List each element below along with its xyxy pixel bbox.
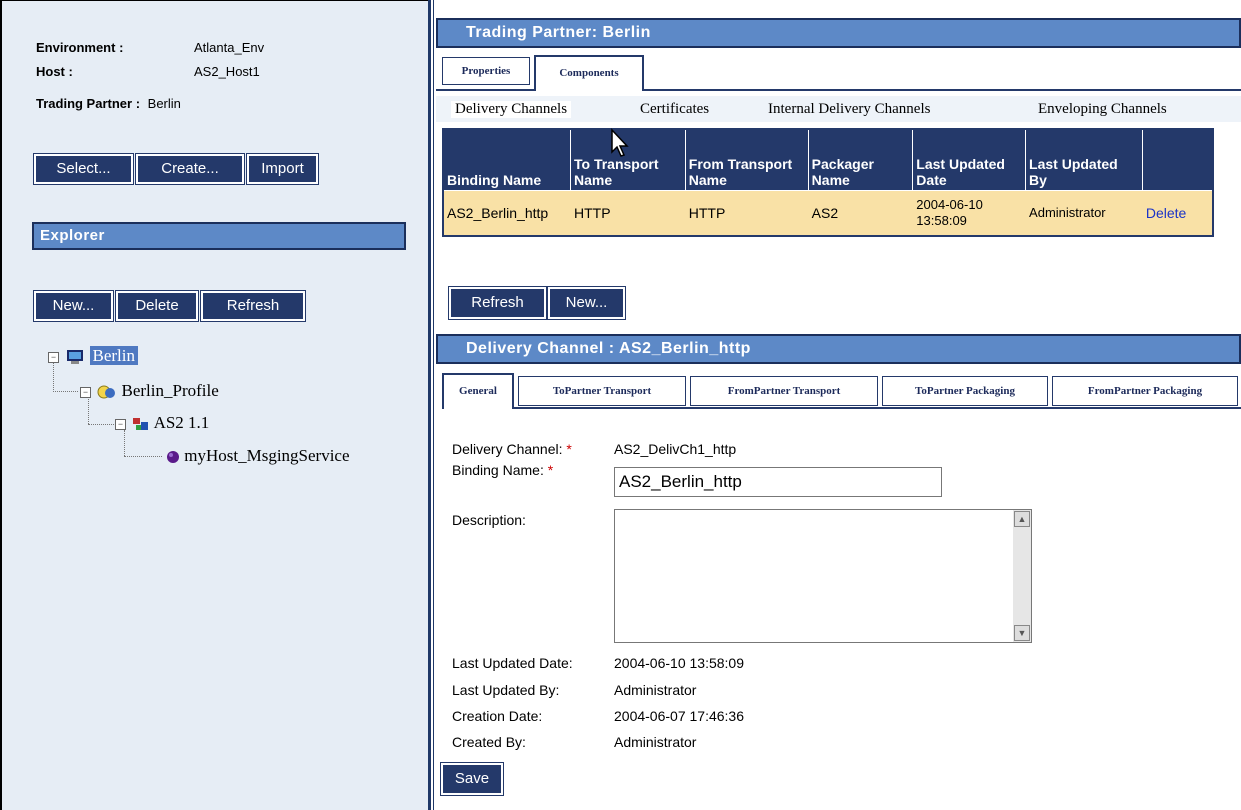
subtab-certificates[interactable]: Certificates bbox=[640, 101, 709, 118]
col-packager: Packager Name bbox=[807, 128, 914, 191]
host-label: Host : bbox=[36, 64, 73, 79]
table-new-button[interactable]: New... bbox=[547, 286, 626, 320]
tree-label-msging-service[interactable]: myHost_MsgingService bbox=[184, 446, 349, 465]
col-binding-name: Binding Name bbox=[442, 128, 571, 191]
description-label: Description: bbox=[452, 512, 526, 528]
tab-topartner-transport[interactable]: ToPartner Transport bbox=[518, 376, 686, 406]
binding-name-label: Binding Name: * bbox=[452, 462, 554, 478]
mouse-cursor-icon bbox=[611, 128, 629, 157]
col-last-updated-date: Last Updated Date bbox=[912, 128, 1027, 191]
environment-value: Atlanta_Env bbox=[194, 40, 265, 55]
create-button[interactable]: Create... bbox=[135, 153, 245, 185]
import-button[interactable]: Import bbox=[246, 153, 319, 185]
cell-binding-name[interactable]: AS2_Berlin_http bbox=[442, 190, 571, 237]
explorer-header: Explorer bbox=[32, 222, 406, 250]
select-button[interactable]: Select... bbox=[33, 153, 134, 185]
host-value: AS2_Host1 bbox=[194, 64, 260, 79]
cell-from-transport: HTTP bbox=[684, 190, 809, 237]
explorer-new-button[interactable]: New... bbox=[33, 290, 114, 322]
tree-label-berlin[interactable]: Berlin bbox=[89, 346, 138, 365]
col-from-transport: From Transport Name bbox=[684, 128, 809, 191]
scroll-up-icon[interactable]: ▲ bbox=[1014, 511, 1030, 527]
last-updated-by-label: Last Updated By: bbox=[452, 682, 560, 698]
tab-frompartner-transport[interactable]: FromPartner Transport bbox=[690, 376, 878, 406]
trading-partner-row: Trading Partner : Berlin bbox=[36, 96, 181, 111]
table-refresh-button[interactable]: Refresh bbox=[448, 286, 547, 320]
subtab-delivery-channels[interactable]: Delivery Channels bbox=[451, 101, 572, 118]
environment-row: Environment : Atlanta_Env bbox=[36, 40, 264, 55]
left-pane bbox=[0, 0, 428, 810]
creation-date-value: 2004-06-07 17:46:36 bbox=[614, 708, 744, 724]
tree-node-berlin-profile[interactable]: − Berlin_Profile bbox=[80, 381, 219, 401]
description-field[interactable]: ▲ ▼ bbox=[614, 509, 1032, 643]
scroll-down-icon[interactable]: ▼ bbox=[1014, 625, 1030, 641]
tab-topartner-packaging[interactable]: ToPartner Packaging bbox=[882, 376, 1048, 406]
tree-node-berlin[interactable]: − Berlin bbox=[48, 346, 138, 366]
cell-last-updated-by: Administrator bbox=[1025, 190, 1143, 237]
tab-frompartner-packaging[interactable]: FromPartner Packaging bbox=[1052, 376, 1238, 406]
table-row[interactable]: AS2_Berlin_http HTTP HTTP AS2 2004-06-10… bbox=[442, 190, 1214, 237]
creation-date-label: Creation Date: bbox=[452, 708, 543, 724]
tab-general[interactable]: General bbox=[442, 373, 514, 409]
computer-icon bbox=[67, 350, 84, 365]
trading-partner-header: Trading Partner: Berlin bbox=[436, 18, 1241, 48]
tree-node-as2[interactable]: − AS2 1.1 bbox=[115, 413, 209, 433]
created-by-value: Administrator bbox=[614, 734, 697, 750]
collapse-toggle-icon[interactable]: − bbox=[115, 418, 126, 430]
pane-divider[interactable] bbox=[428, 0, 431, 810]
trading-partner-value: Berlin bbox=[147, 96, 181, 111]
description-scrollbar[interactable]: ▲ ▼ bbox=[1013, 510, 1031, 642]
protocol-icon bbox=[133, 418, 149, 431]
environment-label: Environment : bbox=[36, 40, 124, 55]
col-last-updated-by: Last Updated By bbox=[1025, 128, 1143, 191]
explorer-delete-button[interactable]: Delete bbox=[115, 290, 199, 322]
trading-partner-label: Trading Partner : bbox=[36, 96, 141, 111]
profile-icon bbox=[97, 385, 116, 399]
collapse-toggle-icon[interactable]: − bbox=[80, 386, 91, 398]
cell-last-updated-date: 2004-06-10 13:58:09 bbox=[912, 190, 1027, 237]
table-header-row: Binding Name To Transport Name From Tran… bbox=[442, 128, 1214, 191]
last-updated-date-value: 2004-06-10 13:58:09 bbox=[614, 655, 744, 671]
service-dot-icon bbox=[167, 451, 179, 464]
last-updated-by-value: Administrator bbox=[614, 682, 697, 698]
binding-name-field[interactable]: AS2_Berlin_http bbox=[614, 467, 942, 497]
explorer-refresh-button[interactable]: Refresh bbox=[200, 290, 306, 322]
cell-to-transport: HTTP bbox=[569, 190, 686, 237]
tree-label-as2[interactable]: AS2 1.1 bbox=[154, 413, 210, 432]
tab-components[interactable]: Components bbox=[534, 55, 644, 91]
col-actions bbox=[1141, 128, 1214, 191]
subtab-enveloping-channels[interactable]: Enveloping Channels bbox=[1038, 101, 1167, 118]
save-button[interactable]: Save bbox=[440, 762, 504, 796]
subtab-internal-delivery-channels[interactable]: Internal Delivery Channels bbox=[768, 101, 930, 118]
delivery-channel-header: Delivery Channel : AS2_Berlin_http bbox=[436, 334, 1241, 364]
cell-packager: AS2 bbox=[807, 190, 914, 237]
host-row: Host : AS2_Host1 bbox=[36, 64, 260, 79]
tree-node-msging-service[interactable]: myHost_MsgingService bbox=[166, 446, 350, 466]
tree-label-berlin-profile[interactable]: Berlin_Profile bbox=[122, 381, 219, 400]
last-updated-date-label: Last Updated Date: bbox=[452, 655, 573, 671]
delivery-channel-value: AS2_DelivCh1_http bbox=[614, 441, 737, 457]
delivery-channels-table: Binding Name To Transport Name From Tran… bbox=[442, 128, 1214, 237]
collapse-toggle-icon[interactable]: − bbox=[48, 351, 59, 363]
delivery-channel-label: Delivery Channel: * bbox=[452, 441, 572, 457]
created-by-label: Created By: bbox=[452, 734, 526, 750]
tab-properties[interactable]: Properties bbox=[442, 57, 530, 85]
delete-link[interactable]: Delete bbox=[1141, 190, 1214, 237]
